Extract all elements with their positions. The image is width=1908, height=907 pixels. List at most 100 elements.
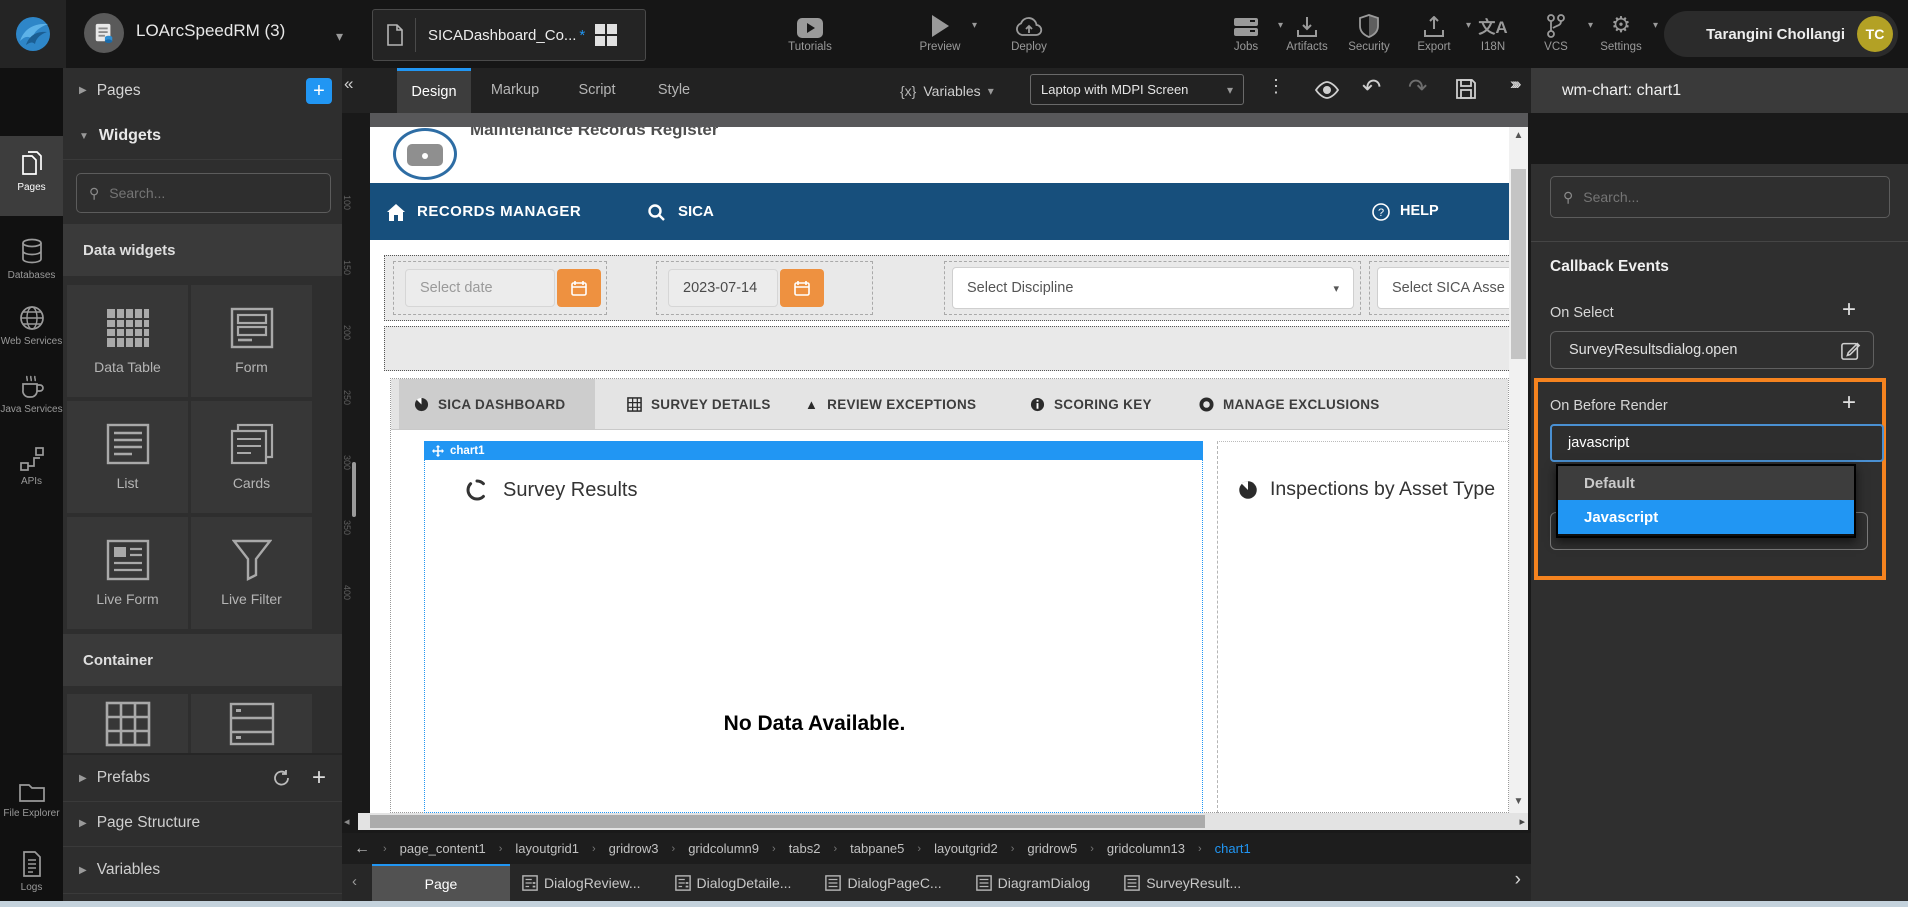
v-scroll-thumb[interactable] — [1511, 169, 1526, 359]
bottom-tab-dialog[interactable]: DialogReview... — [522, 875, 641, 891]
date-to-calendar-button[interactable] — [780, 269, 824, 307]
breadcrumb-back-icon[interactable]: ← — [354, 840, 370, 858]
tab-script[interactable]: Script — [568, 68, 626, 113]
nav-help[interactable]: HELP — [1400, 203, 1439, 219]
device-selector[interactable]: Laptop with MDPI Screen ▾ — [1030, 74, 1244, 105]
h-scroll-thumb[interactable] — [370, 815, 1205, 828]
breadcrumb-item[interactable]: gridcolumn9 — [688, 841, 759, 856]
bottom-tab-page[interactable]: Page — [372, 864, 510, 901]
breadcrumb-item[interactable]: layoutgrid1 — [515, 841, 579, 856]
widget-search-input[interactable] — [107, 184, 288, 202]
more-options-icon[interactable]: ⋮ — [1267, 76, 1285, 97]
toolbar-settings[interactable]: ⚙ ▾ Settings — [1578, 8, 1664, 53]
rail-item-file-explorer[interactable]: File Explorer — [0, 780, 63, 820]
prefabs-add-icon[interactable]: + — [312, 764, 326, 792]
chart1-selection-bar[interactable]: chart1 — [424, 441, 1203, 460]
rail-item-logs[interactable]: Logs — [0, 850, 63, 894]
breadcrumb-item-active[interactable]: chart1 — [1215, 841, 1251, 856]
home-icon[interactable] — [387, 204, 405, 221]
canvas-left-scrollbar[interactable] — [352, 462, 356, 517]
bottom-tab-dialog[interactable]: DialogDetaile... — [675, 875, 792, 891]
rail-item-java-services[interactable]: Java Services — [0, 374, 63, 416]
on-before-render-input[interactable]: javascript — [1550, 424, 1884, 462]
collapse-right-panel-icon[interactable]: » — [1512, 74, 1521, 94]
undo-icon[interactable]: ↶ — [1362, 74, 1381, 101]
tabs-scroll-left-icon[interactable]: ‹ — [352, 873, 357, 890]
rail-item-pages[interactable]: Pages — [0, 150, 63, 194]
tab-review-exceptions[interactable]: ▲ REVIEW EXCEPTIONS — [790, 379, 997, 429]
widget-panel[interactable] — [191, 694, 312, 753]
dropdown-option-javascript[interactable]: Javascript — [1558, 500, 1854, 534]
project-avatar[interactable] — [84, 13, 124, 53]
h-scroll-right-icon[interactable]: ▸ — [1519, 815, 1525, 828]
widget-form[interactable]: Form — [191, 285, 312, 397]
canvas-horizontal-scrollbar[interactable]: ▸ — [358, 813, 1528, 830]
tab-manage-exclusions[interactable]: MANAGE EXCLUSIONS — [1184, 379, 1400, 429]
breadcrumb-item[interactable]: gridrow3 — [609, 841, 659, 856]
properties-search-input[interactable] — [1581, 188, 1822, 206]
open-file-tab[interactable]: SICADashboard_Co... * — [372, 9, 646, 61]
bottom-tab-dialog[interactable]: DiagramDialog — [976, 875, 1091, 891]
nav-search-label[interactable]: SICA — [678, 203, 714, 220]
tab-style[interactable]: Style — [647, 68, 701, 113]
side-chart-widget[interactable]: Inspections by Asset Type — [1217, 441, 1508, 813]
toolbar-preview[interactable]: ▾ Preview — [897, 8, 983, 53]
breadcrumb-item[interactable]: tabpane5 — [850, 841, 904, 856]
add-page-button[interactable]: + — [306, 78, 332, 104]
widget-search[interactable]: ⚲ — [76, 173, 331, 213]
page-structure-section[interactable]: ▶ Page Structure — [63, 800, 342, 847]
collapse-left-panel-icon[interactable]: « — [344, 74, 353, 94]
widget-data-table[interactable]: Data Table — [67, 285, 188, 397]
widget-list[interactable]: List — [67, 401, 188, 513]
toolbar-deploy[interactable]: Deploy — [986, 8, 1072, 53]
help-icon[interactable]: ? — [1372, 203, 1390, 221]
scroll-up-icon[interactable]: ▲ — [1509, 130, 1528, 141]
breadcrumb-item[interactable]: gridcolumn13 — [1107, 841, 1185, 856]
widgets-section-header[interactable]: ▼ Widgets — [63, 113, 342, 160]
rail-item-databases[interactable]: Databases — [0, 238, 63, 282]
asset-select[interactable]: Select SICA Asse — [1377, 267, 1509, 309]
edit-icon[interactable] — [1841, 340, 1861, 360]
scroll-down-icon[interactable]: ▼ — [1509, 796, 1528, 807]
nav-brand[interactable]: RECORDS MANAGER — [417, 203, 581, 220]
wavemaker-logo[interactable] — [0, 0, 66, 68]
project-switch-caret[interactable]: ▾ — [336, 28, 343, 45]
settings-caret-icon[interactable]: ▾ — [1653, 20, 1658, 31]
preview-eye-icon[interactable] — [1314, 77, 1340, 103]
tabs-scroll-right-icon[interactable]: › — [1515, 869, 1521, 891]
prefabs-section[interactable]: ▶ Prefabs + — [63, 753, 342, 802]
widget-live-form[interactable]: Live Form — [67, 517, 188, 629]
tab-design[interactable]: Design — [397, 68, 471, 116]
move-handle-icon[interactable] — [432, 445, 444, 457]
user-menu[interactable]: Tarangini Chollangi TC — [1664, 11, 1898, 57]
bottom-tab-dialog[interactable]: SurveyResult... — [1124, 875, 1241, 891]
grid-view-icon[interactable] — [593, 22, 619, 48]
tab-markup[interactable]: Markup — [482, 68, 548, 113]
properties-search[interactable]: ⚲ — [1550, 176, 1890, 218]
on-select-value-box[interactable]: SurveyResultsdialog.open — [1550, 331, 1874, 369]
rail-item-apis[interactable]: APIs — [0, 446, 63, 488]
chart1-widget[interactable]: chart1 Survey Results No Data Available. — [424, 441, 1203, 813]
dropdown-option-default[interactable]: Default — [1558, 466, 1854, 500]
pages-collapse-arrow-icon[interactable]: ▶ — [79, 85, 87, 96]
breadcrumb-item[interactable]: page_content1 — [400, 841, 486, 856]
date-to-input[interactable]: 2023-07-14 — [668, 269, 778, 307]
widget-grid-layout[interactable] — [67, 694, 188, 753]
widget-cards[interactable]: Cards — [191, 401, 312, 513]
redo-icon[interactable]: ↷ — [1408, 74, 1427, 101]
breadcrumb-item[interactable]: gridrow5 — [1027, 841, 1077, 856]
canvas-vertical-scrollbar[interactable]: ▲ ▼ — [1509, 127, 1528, 813]
widget-live-filter[interactable]: Live Filter — [191, 517, 312, 629]
breadcrumb-item[interactable]: layoutgrid2 — [934, 841, 998, 856]
date-from-calendar-button[interactable] — [557, 269, 601, 307]
preview-caret-icon[interactable]: ▾ — [972, 20, 977, 31]
variables-menu[interactable]: {x} Variables ▾ — [900, 68, 994, 113]
date-from-input[interactable]: Select date — [405, 269, 555, 307]
breadcrumb-item[interactable]: tabs2 — [789, 841, 821, 856]
discipline-select[interactable]: Select Discipline ▾ — [952, 267, 1354, 309]
project-name[interactable]: LOArcSpeedRM (3) — [136, 21, 285, 41]
tab-survey-details[interactable]: SURVEY DETAILS — [612, 379, 772, 429]
toolbar-tutorials[interactable]: Tutorials — [767, 8, 853, 53]
on-select-add-button[interactable]: + — [1842, 300, 1856, 320]
h-scroll-left-icon[interactable]: ◂ — [344, 815, 350, 828]
